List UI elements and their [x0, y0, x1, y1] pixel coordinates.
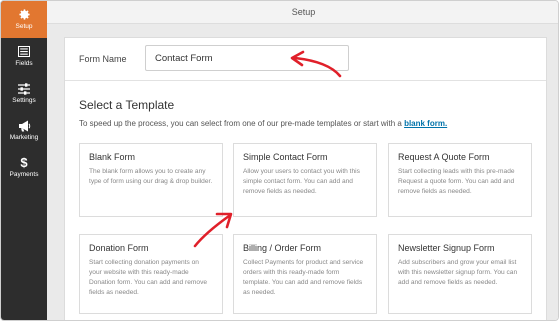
card-description: The blank form allows you to create any … — [89, 168, 213, 185]
sidebar-item-label: Setup — [15, 23, 33, 30]
app-window: Setup Fields Settings Marketing $ Paymen… — [0, 0, 559, 321]
annotation-arrow — [193, 212, 233, 248]
card-title: Simple Contact Form — [243, 152, 328, 162]
template-card-simple-contact[interactable]: Simple Contact Form Allow your users to … — [233, 143, 377, 217]
sliders-icon — [18, 82, 30, 95]
sidebar-item-marketing[interactable]: Marketing — [1, 112, 47, 149]
card-description: Allow your users to contact you with thi… — [243, 168, 360, 195]
template-card-request-quote[interactable]: Request A Quote Form Start collecting le… — [388, 143, 532, 217]
dollar-icon: $ — [20, 155, 28, 170]
sidebar-item-label: Marketing — [9, 134, 39, 141]
section-title: Select a Template — [79, 98, 175, 112]
sidebar-item-payments[interactable]: $ Payments — [1, 149, 47, 186]
sidebar-item-setup[interactable]: Setup — [1, 1, 47, 38]
template-card-newsletter[interactable]: Newsletter Signup Form Add subscribers a… — [388, 234, 532, 314]
card-title: Request A Quote Form — [398, 152, 490, 162]
sidebar-item-label: Fields — [15, 60, 33, 67]
template-card-billing-order[interactable]: Billing / Order Form Collect Payments fo… — [233, 234, 377, 314]
description-text: To speed up the process, you can select … — [79, 119, 405, 128]
sidebar-item-fields[interactable]: Fields — [1, 38, 47, 75]
sidebar-item-settings[interactable]: Settings — [1, 75, 47, 112]
megaphone-icon — [18, 119, 31, 132]
card-title: Blank Form — [89, 152, 136, 162]
card-title: Newsletter Signup Form — [398, 243, 495, 253]
card-description: Collect Payments for product and service… — [243, 259, 364, 296]
card-description: Start collecting donation payments on yo… — [89, 259, 208, 296]
card-description: Start collecting leads with this pre-mad… — [398, 168, 515, 195]
annotation-arrow — [290, 50, 342, 78]
section-description: To speed up the process, you can select … — [79, 119, 447, 128]
blank-form-link[interactable]: blank form. — [404, 119, 447, 128]
fields-list-icon — [18, 45, 30, 58]
top-bar: Setup — [47, 1, 558, 24]
gear-icon — [18, 8, 31, 21]
template-card-blank[interactable]: Blank Form The blank form allows you to … — [79, 143, 223, 217]
card-description: Add subscribers and grow your email list… — [398, 259, 518, 286]
sidebar: Setup Fields Settings Marketing $ Paymen… — [1, 1, 47, 320]
card-title: Billing / Order Form — [243, 243, 322, 253]
sidebar-item-label: Payments — [9, 171, 39, 178]
window-title: Setup — [291, 7, 316, 17]
form-name-label: Form Name — [79, 54, 127, 64]
sidebar-item-label: Settings — [12, 97, 36, 104]
